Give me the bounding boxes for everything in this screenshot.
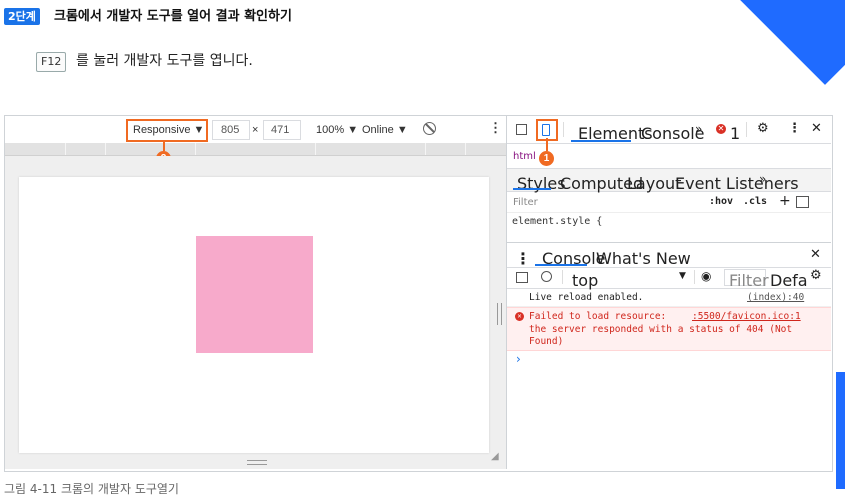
step-badge: 2단계: [4, 8, 40, 25]
corner-resize-handle[interactable]: ◢: [491, 451, 499, 462]
element-style-rule: element.style {: [512, 216, 603, 227]
error-source-link[interactable]: :5500/favicon.ico:1: [692, 311, 801, 322]
device-select-label: Responsive ▼: [133, 124, 205, 136]
console-prompt[interactable]: ›: [516, 352, 521, 366]
error-icon: ✕: [716, 124, 726, 134]
corner-decoration: [740, 0, 845, 85]
more-options-icon[interactable]: ⋮: [489, 121, 502, 135]
sidebar-icon[interactable]: [516, 272, 528, 283]
console-filter-input: Filter: [729, 271, 769, 290]
tab-event-listeners[interactable]: Event Listeners: [675, 174, 799, 193]
error-message-2: the server responded with a status of 40…: [529, 324, 793, 335]
console-error-row: ✕ Failed to load resource: :5500/favicon…: [507, 307, 831, 351]
log-levels-select[interactable]: Defa: [770, 271, 808, 290]
step-title: 크롬에서 개발자 도구를 열어 결과 확인하기: [54, 9, 292, 24]
device-toolbar: Responsive ▼ 805 × 471 100% ▼ Online ▼ ⋮: [5, 116, 506, 144]
new-rule-button[interactable]: +: [779, 193, 791, 209]
breadcrumb: html: [507, 145, 831, 165]
height-value: 471: [271, 124, 290, 136]
log-source-link[interactable]: (index):40: [747, 292, 804, 303]
more-tabs-icon[interactable]: »: [695, 122, 702, 136]
clear-console-icon[interactable]: [541, 271, 552, 282]
error-row-icon: ✕: [515, 312, 524, 321]
settings-icon[interactable]: ⚙: [757, 121, 769, 136]
marker-2-connector: [163, 141, 165, 151]
instruction-text: 를 눌러 개발자 도구를 엽니다.: [76, 53, 253, 69]
cls-button[interactable]: .cls: [743, 196, 767, 207]
bottom-resize-handle[interactable]: [247, 460, 267, 465]
divider: [746, 122, 747, 137]
inspect-icon[interactable]: [516, 124, 527, 135]
zoom-select[interactable]: 100% ▼: [316, 124, 358, 136]
context-select[interactable]: top: [572, 271, 598, 290]
sidebar-toggle-icon[interactable]: [796, 196, 809, 208]
device-toggle-icon: [542, 124, 550, 136]
tab-layout[interactable]: Layout: [627, 174, 681, 193]
drawer-tabbar: ⋮ Console What's New ✕: [507, 242, 831, 268]
side-resize-handle[interactable]: [497, 303, 502, 325]
side-decoration: [836, 372, 845, 489]
divider: [694, 270, 695, 284]
pink-box: [196, 236, 313, 353]
drawer-close-icon[interactable]: ✕: [810, 247, 821, 262]
console-log-row: Live reload enabled. (index):40: [507, 290, 831, 307]
log-message: Live reload enabled.: [529, 292, 644, 303]
more-options-icon[interactable]: ⋮: [788, 121, 801, 136]
console-toolbar: top ▼ ◉ Filter Defa ⚙: [507, 266, 831, 290]
error-message-1: Failed to load resource:: [529, 311, 667, 322]
active-tab-underline: [571, 140, 631, 142]
divider: [563, 122, 564, 137]
more-styles-tabs-icon[interactable]: »: [759, 172, 766, 186]
media-query-ruler: [5, 143, 506, 156]
error-message-3: Found): [529, 336, 564, 347]
styles-tabbar: Styles Computed Layout Event Listeners »: [507, 168, 831, 193]
context-dropdown-icon[interactable]: ▼: [679, 271, 686, 281]
console-settings-icon[interactable]: ⚙: [810, 268, 822, 283]
styles-filter-input[interactable]: Filter: [513, 197, 538, 208]
width-value: 805: [221, 124, 240, 136]
tab-styles[interactable]: Styles: [517, 174, 566, 193]
f12-key: F12: [36, 52, 67, 72]
close-icon[interactable]: ✕: [811, 121, 822, 136]
error-count[interactable]: 1: [730, 124, 740, 143]
styles-underline: [513, 188, 551, 190]
hov-button[interactable]: :hov: [709, 196, 733, 207]
devtools-tabbar: Elements Console » ✕ 1 ⚙ ⋮ ✕: [507, 116, 831, 144]
divider: [562, 270, 563, 284]
styles-filter-row: Filter :hov .cls +: [507, 192, 831, 213]
throttle-select[interactable]: Online ▼: [362, 124, 408, 136]
breadcrumb-html[interactable]: html: [513, 151, 536, 162]
times-sign: ×: [252, 124, 259, 136]
live-expression-icon[interactable]: ◉: [701, 269, 711, 283]
